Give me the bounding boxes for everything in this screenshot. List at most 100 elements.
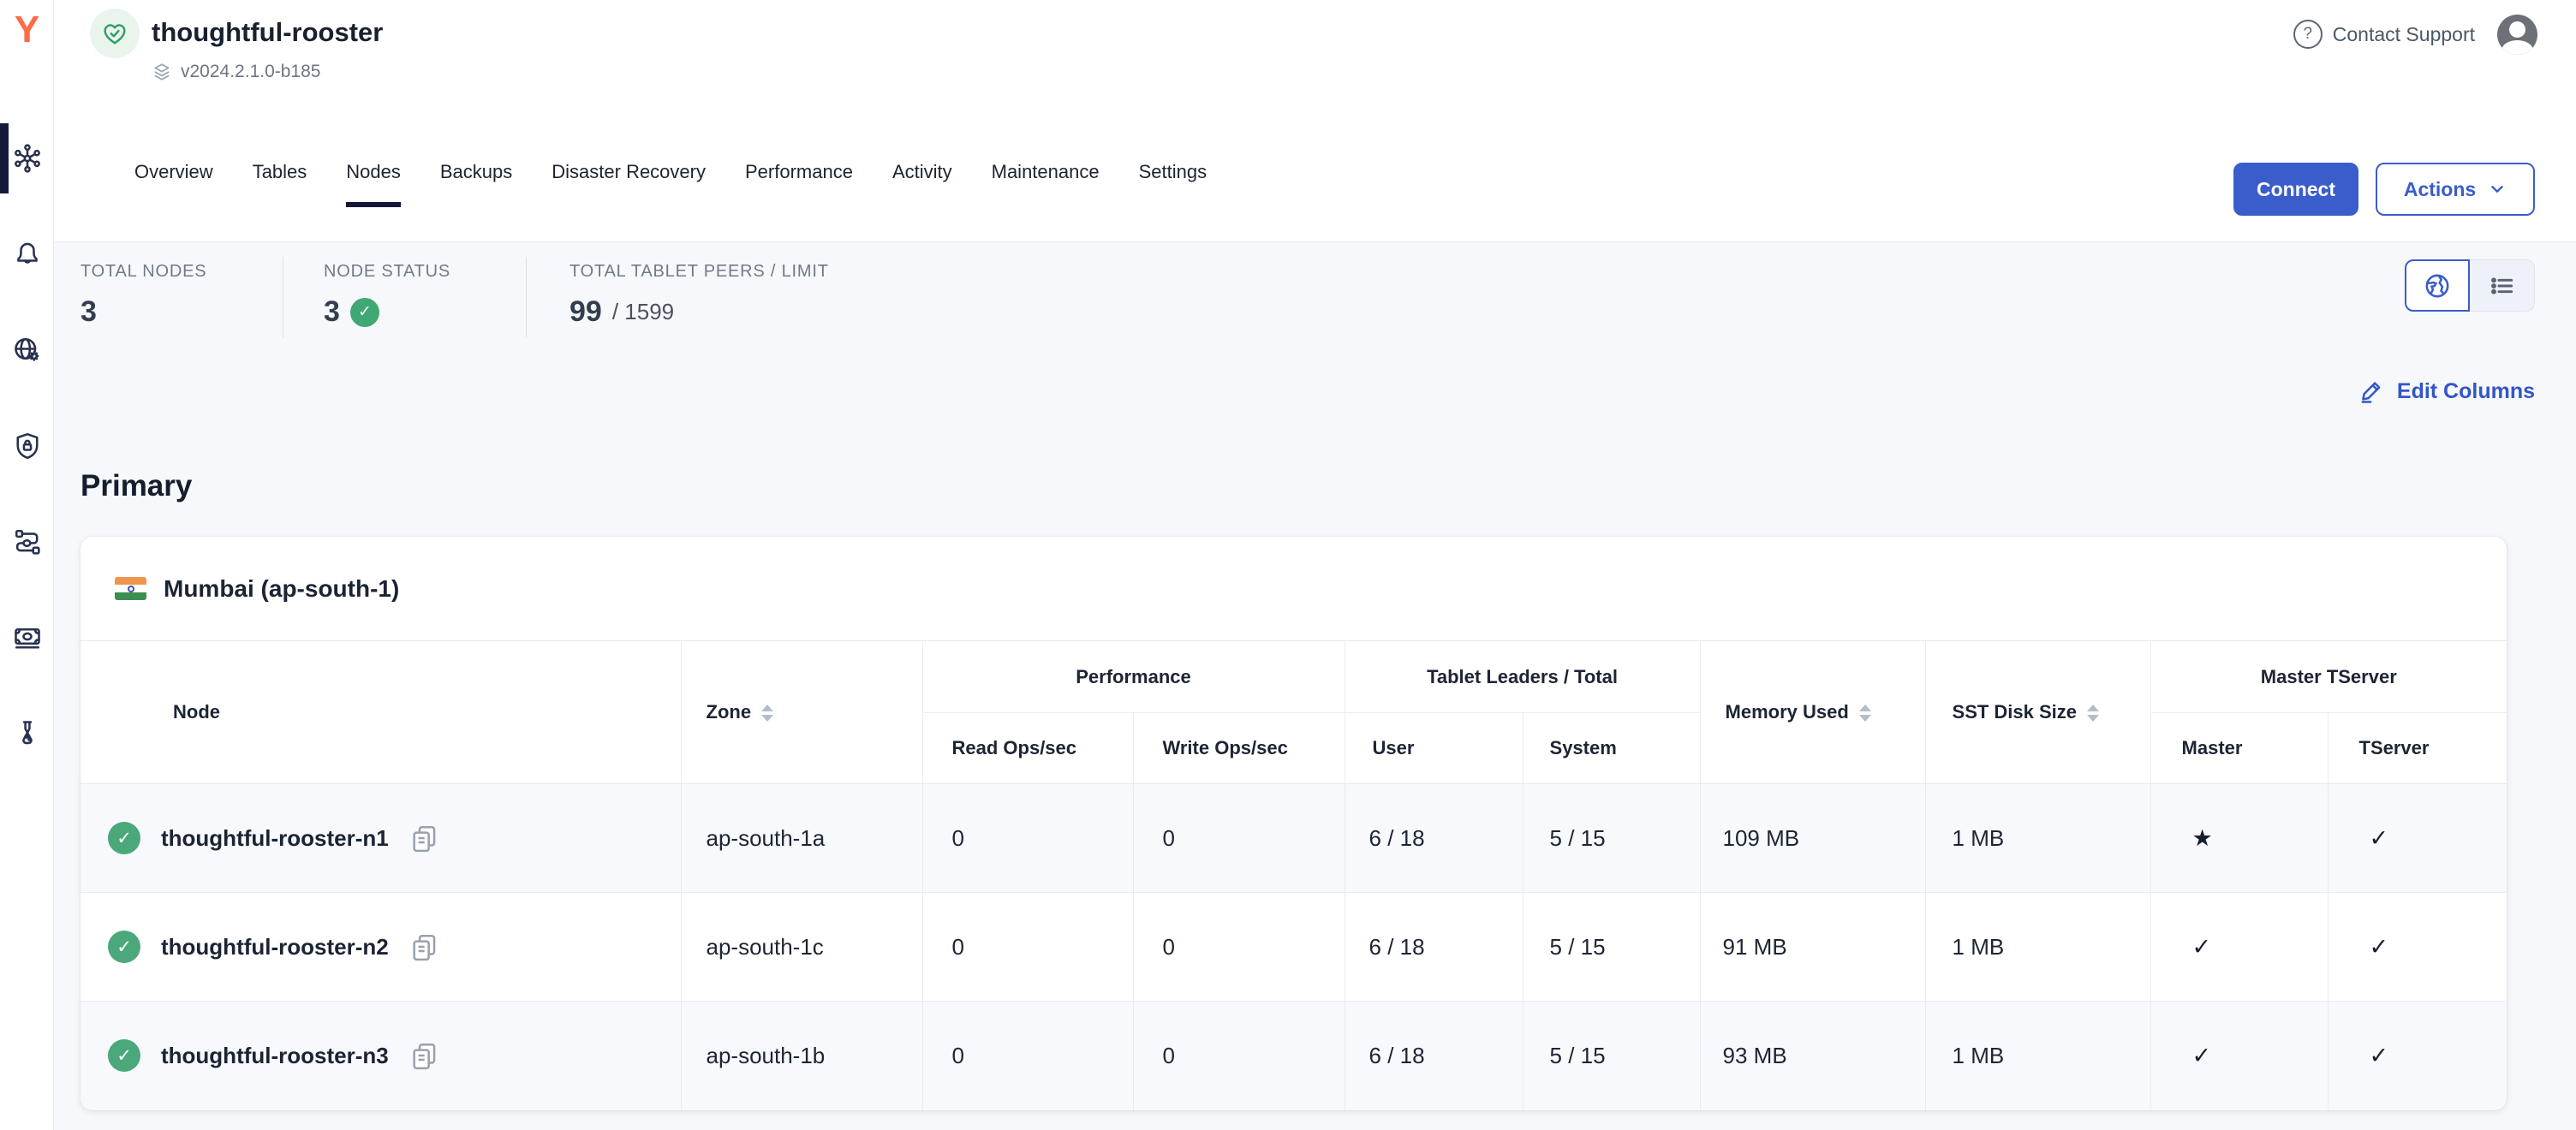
- column-header-user: User: [1345, 713, 1523, 784]
- master-check-icon: ✓: [2150, 893, 2328, 1002]
- memory-used: 93 MB: [1700, 1002, 1925, 1110]
- nodes-table: Node Zone Performance Tablet Leaders / T…: [80, 640, 2507, 1110]
- tab-bar: Overview Tables Nodes Backups Disaster R…: [134, 161, 1207, 211]
- column-header-zone[interactable]: Zone: [681, 641, 922, 784]
- version-row: v2024.2.1.0-b185: [152, 62, 320, 82]
- column-header-memory[interactable]: Memory Used: [1700, 641, 1925, 784]
- node-status-check-icon: ✓: [108, 822, 140, 854]
- actions-button[interactable]: Actions: [2376, 163, 2535, 216]
- node-name: thoughtful-rooster-n1: [161, 825, 389, 852]
- view-toggle: [2405, 259, 2535, 312]
- user-tablets: 6 / 18: [1345, 1002, 1523, 1110]
- list-icon: [2489, 272, 2516, 300]
- tab-maintenance[interactable]: Maintenance: [992, 161, 1100, 211]
- sst-disk-size: 1 MB: [1925, 1002, 2150, 1110]
- sidebar-item-network[interactable]: [0, 315, 54, 385]
- alerts-bell-icon: [12, 239, 43, 270]
- tab-disaster-recovery[interactable]: Disaster Recovery: [552, 161, 706, 211]
- node-zone: ap-south-1a: [681, 784, 922, 893]
- map-view-toggle[interactable]: [2405, 259, 2470, 312]
- user-avatar[interactable]: [2497, 15, 2537, 55]
- stat-label: TOTAL TABLET PEERS / LIMIT: [569, 262, 829, 282]
- sidebar-item-alerts[interactable]: [0, 219, 54, 289]
- layers-version-icon: [152, 62, 172, 82]
- sidebar-item-security[interactable]: [0, 411, 54, 481]
- sidebar-item-integrations[interactable]: [0, 507, 54, 577]
- table-row: ✓ thoughtful-rooster-n2 ap-south-1c 0 0 …: [80, 893, 2507, 1002]
- tserver-check-icon: ✓: [2328, 893, 2507, 1002]
- list-view-toggle[interactable]: [2470, 259, 2535, 312]
- system-tablets: 5 / 15: [1523, 1002, 1700, 1110]
- stat-label: NODE STATUS: [324, 262, 526, 282]
- node-name: thoughtful-rooster-n3: [161, 1043, 389, 1069]
- column-header-sst[interactable]: SST Disk Size: [1925, 641, 2150, 784]
- tab-nodes[interactable]: Nodes: [346, 161, 401, 211]
- sst-disk-size: 1 MB: [1925, 893, 2150, 1002]
- help-icon: ?: [2293, 20, 2323, 49]
- sort-icon: [761, 705, 773, 722]
- topbar: thoughtful-rooster v2024.2.1.0-b185 ? Co…: [54, 0, 2576, 242]
- edit-columns-button[interactable]: Edit Columns: [2359, 378, 2535, 404]
- tab-settings[interactable]: Settings: [1139, 161, 1208, 211]
- column-group-tablet-leaders: Tablet Leaders / Total: [1345, 641, 1700, 713]
- titlebar: thoughtful-rooster v2024.2.1.0-b185 ? Co…: [54, 0, 2576, 114]
- write-ops: 0: [1133, 1002, 1345, 1110]
- memory-used: 91 MB: [1700, 893, 1925, 1002]
- user-tablets: 6 / 18: [1345, 893, 1523, 1002]
- column-header-tserver: TServer: [2328, 713, 2507, 784]
- billing-banknote-icon: [12, 622, 43, 653]
- stat-value: 3: [324, 295, 340, 329]
- stat-node-status: NODE STATUS 3 ✓: [283, 257, 526, 337]
- stat-value: 3: [80, 295, 97, 329]
- read-ops: 0: [922, 784, 1133, 893]
- node-name: thoughtful-rooster-n2: [161, 934, 389, 960]
- memory-used: 109 MB: [1700, 784, 1925, 893]
- region-title: Mumbai (ap-south-1): [164, 575, 399, 603]
- node-status-check-icon: ✓: [108, 931, 140, 963]
- labs-flask-icon: [12, 718, 43, 749]
- security-shield-lock-icon: [12, 431, 43, 461]
- tab-tables[interactable]: Tables: [253, 161, 307, 211]
- india-flag-icon: [115, 577, 146, 600]
- sidebar-item-billing[interactable]: [0, 603, 54, 673]
- tserver-check-icon: ✓: [2328, 784, 2507, 893]
- network-globe-gear-icon: [12, 335, 43, 366]
- copy-icon[interactable]: [409, 932, 438, 961]
- sst-disk-size: 1 MB: [1925, 784, 2150, 893]
- column-header-system: System: [1523, 713, 1700, 784]
- column-group-master-tserver: Master TServer: [2150, 641, 2507, 713]
- sidebar-item-labs[interactable]: [0, 699, 54, 769]
- table-row: ✓ thoughtful-rooster-n3 ap-south-1b 0 0 …: [80, 1002, 2507, 1110]
- pencil-icon: [2359, 378, 2385, 404]
- globe-icon: [2423, 271, 2452, 300]
- cluster-health-badge: [90, 9, 140, 58]
- stat-limit: / 1599: [612, 299, 674, 325]
- copy-icon[interactable]: [409, 1041, 438, 1070]
- table-row: ✓ thoughtful-rooster-n1 ap-south-1a 0 0 …: [80, 784, 2507, 893]
- read-ops: 0: [922, 893, 1133, 1002]
- version-label: v2024.2.1.0-b185: [181, 62, 320, 82]
- tab-backups[interactable]: Backups: [440, 161, 512, 211]
- cluster-hub-icon: [12, 143, 43, 174]
- write-ops: 0: [1133, 784, 1345, 893]
- connect-button[interactable]: Connect: [2233, 163, 2358, 216]
- actions-button-label: Actions: [2404, 178, 2476, 201]
- column-header-read-ops: Read Ops/sec: [922, 713, 1133, 784]
- tab-performance[interactable]: Performance: [745, 161, 853, 211]
- stat-value: 99: [569, 295, 602, 329]
- master-check-icon: ✓: [2150, 1002, 2328, 1110]
- contact-support-label: Contact Support: [2333, 23, 2475, 46]
- contact-support-link[interactable]: ? Contact Support: [2293, 20, 2475, 49]
- stat-total-nodes: TOTAL NODES 3: [80, 257, 283, 337]
- column-group-performance: Performance: [922, 641, 1345, 713]
- yugabyte-logo-icon[interactable]: Y: [0, 0, 54, 60]
- tab-overview[interactable]: Overview: [134, 161, 213, 211]
- sidebar-item-clusters[interactable]: [0, 123, 54, 193]
- copy-icon[interactable]: [409, 824, 438, 853]
- stats-strip: TOTAL NODES 3 NODE STATUS 3 ✓ TOTAL TABL…: [80, 257, 863, 337]
- column-header-write-ops: Write Ops/sec: [1133, 713, 1345, 784]
- tab-activity[interactable]: Activity: [892, 161, 952, 211]
- user-tablets: 6 / 18: [1345, 784, 1523, 893]
- edit-columns-label: Edit Columns: [2397, 379, 2535, 404]
- read-ops: 0: [922, 1002, 1133, 1110]
